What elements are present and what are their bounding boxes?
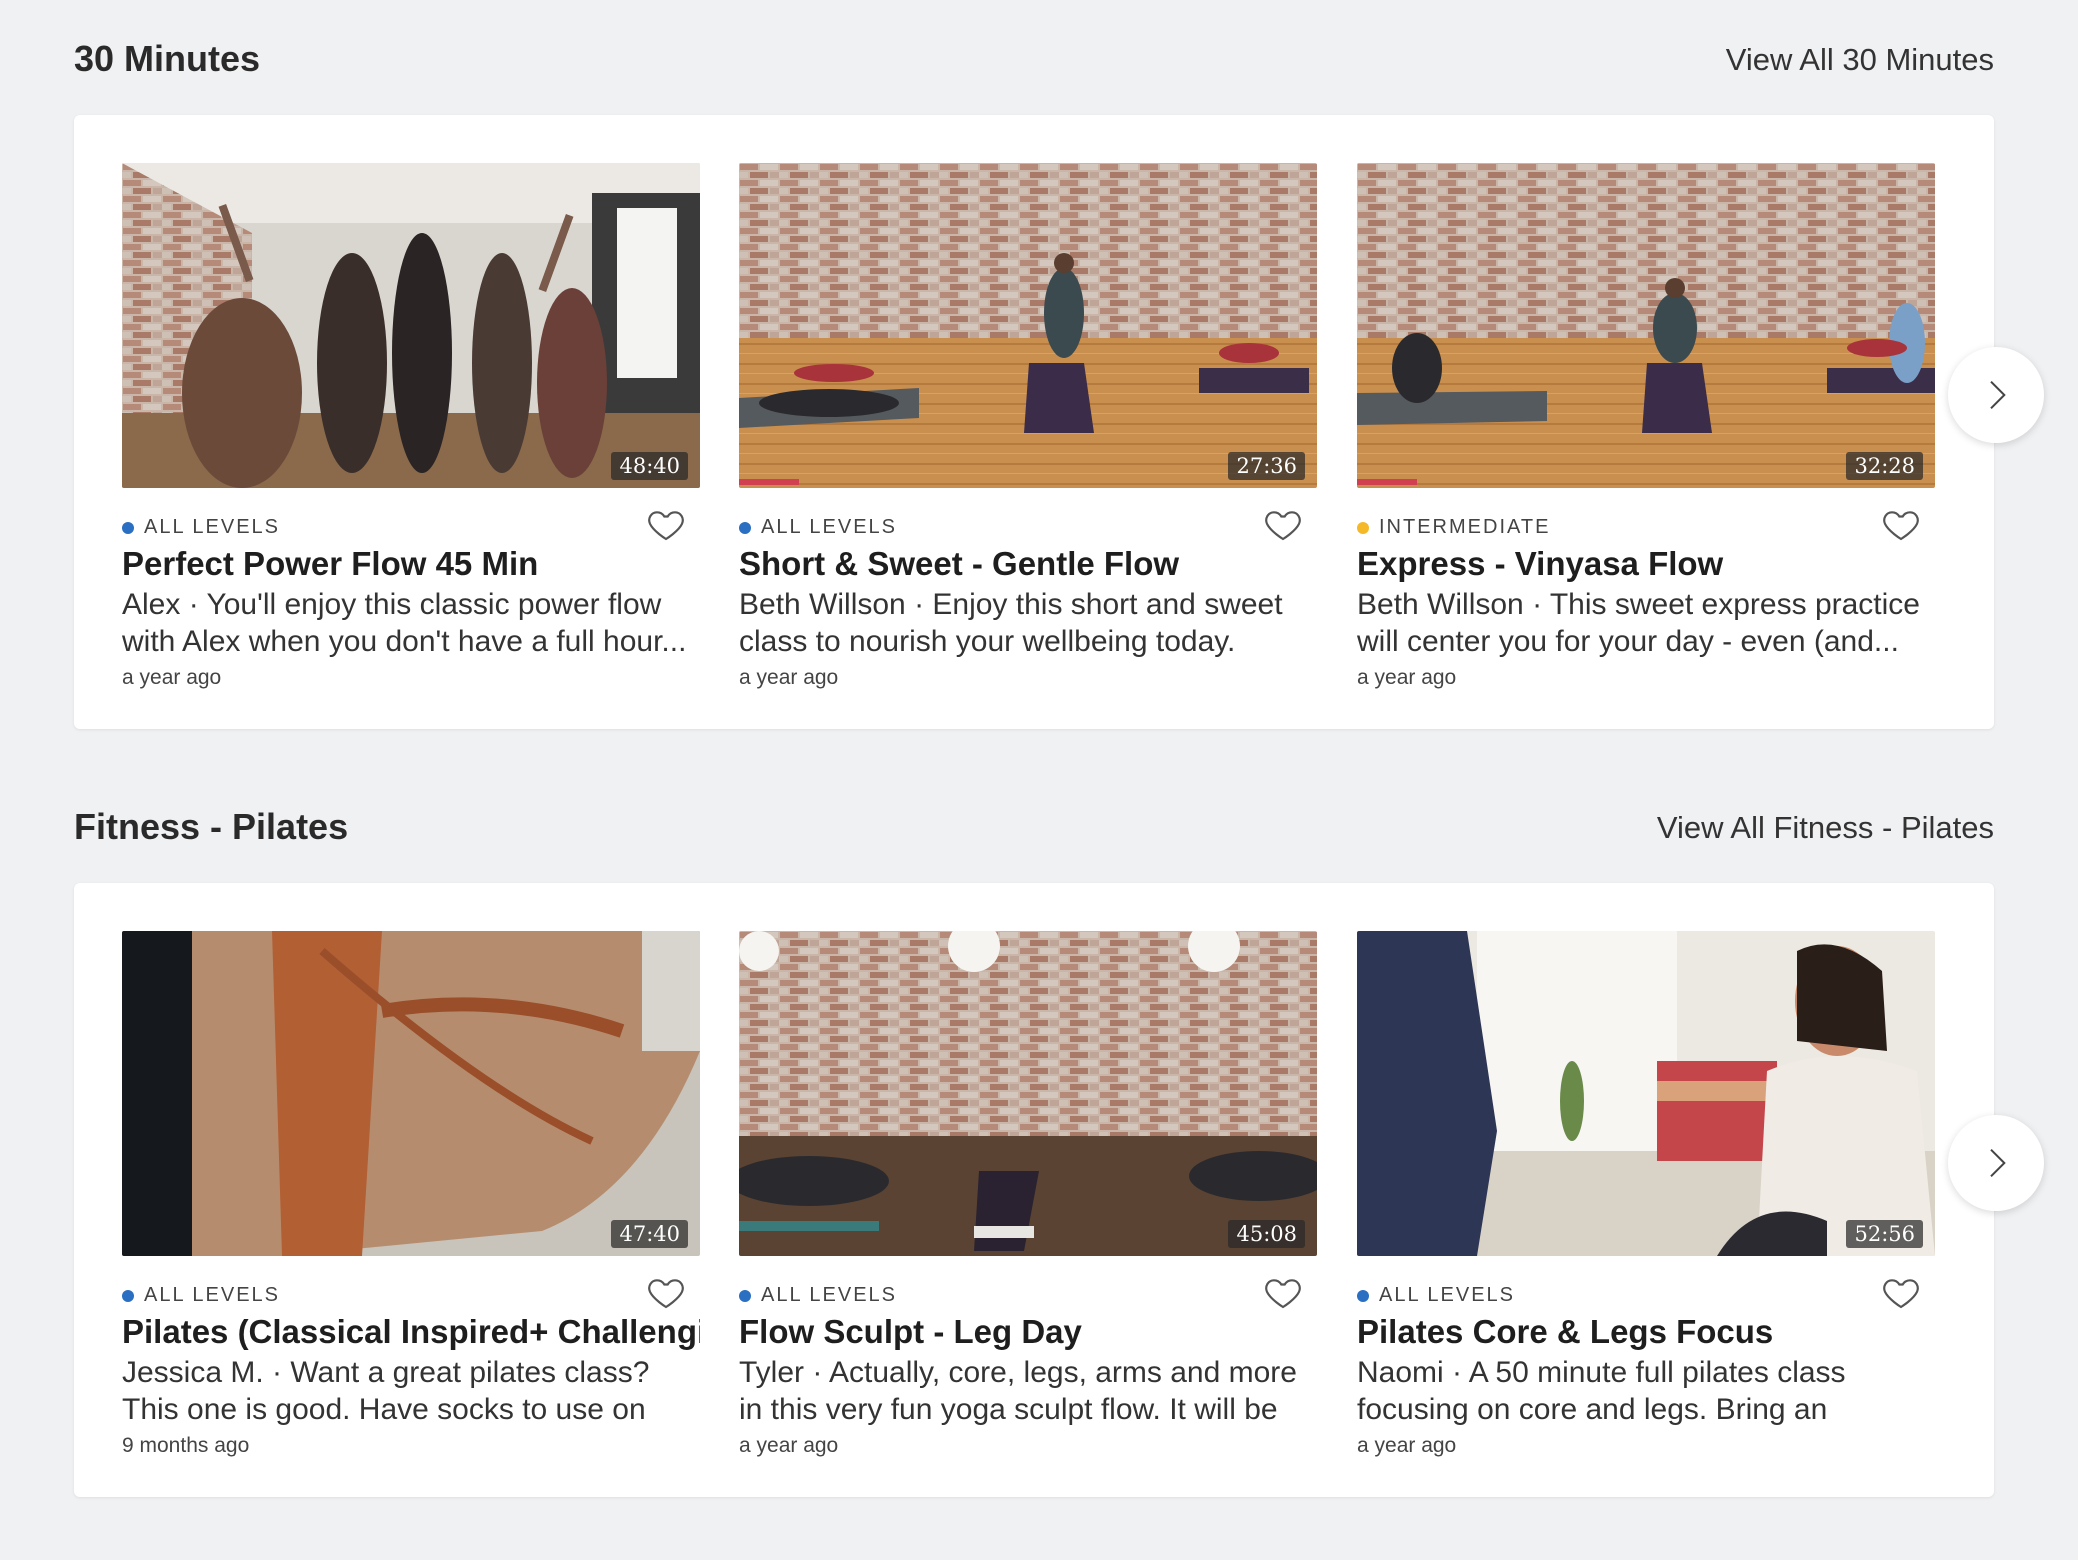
class-description: Naomi · A 50 minute full pilates class f… [1357,1356,1846,1426]
class-thumbnail[interactable]: 32:28 [1357,163,1935,488]
class-title[interactable]: Pilates (Classical Inspired+ Challenging… [122,1312,700,1352]
card-meta: ALL LEVELS [122,510,700,544]
level-text: INTERMEDIATE [1379,516,1551,538]
level-dot-icon [739,521,751,534]
level-dot-icon [122,1289,134,1302]
duration-badge: 48:40 [611,452,688,480]
level-label: ALL LEVELS [122,516,280,539]
section-30-minutes: 30 Minutes View All 30 Minutes 48:40 ALL… [74,28,2044,729]
section-title: 30 Minutes [74,38,261,79]
class-description: Alex · You'll enjoy this classic power f… [122,588,687,658]
carousel-panel: 48:40 ALL LEVELS Perfect Power Flow 45 M… [74,115,2044,729]
level-text: ALL LEVELS [144,1284,281,1306]
posted-time: a year ago [1357,1434,1457,1457]
chevron-right-icon [1990,1148,2006,1178]
carousel-panel: 47:40 ALL LEVELS Pilates (Classical Insp… [74,883,2044,1497]
class-description: Tyler · Actually, core, legs, arms and m… [739,1356,1297,1426]
level-label: ALL LEVELS [739,1284,897,1307]
duration-badge: 52:56 [1846,1220,1923,1248]
card-meta: ALL LEVELS [739,510,1317,544]
posted-time: a year ago [739,666,839,689]
heart-outline-icon[interactable] [1263,1272,1303,1312]
level-dot-icon [1357,1289,1369,1302]
section-fitness-pilates: Fitness - Pilates View All Fitness - Pil… [74,796,2044,1497]
class-card[interactable]: 52:56 ALL LEVELS Pilates Core & Legs Foc… [1357,931,1935,1458]
carousel-next-button[interactable] [1948,347,2044,443]
heart-outline-icon[interactable] [646,504,686,544]
class-card[interactable]: 45:08 ALL LEVELS Flow Sculpt - Leg Day T… [739,931,1317,1458]
class-title[interactable]: Flow Sculpt - Leg Day [739,1312,1317,1352]
section-header: 30 Minutes View All 30 Minutes [74,28,1994,88]
class-title[interactable]: Pilates Core & Legs Focus [1357,1312,1935,1352]
card-meta: ALL LEVELS [122,1278,700,1312]
duration-badge: 47:40 [611,1220,688,1248]
class-description: Jessica M. · Want a great pilates class?… [122,1356,650,1426]
level-text: ALL LEVELS [761,516,898,538]
heart-outline-icon[interactable] [646,1272,686,1312]
level-text: ALL LEVELS [761,1284,898,1306]
level-dot-icon [122,521,134,534]
level-dot-icon [1357,521,1369,534]
duration-badge: 45:08 [1228,1220,1305,1248]
chevron-right-icon [1990,380,2006,410]
class-title[interactable]: Express - Vinyasa Flow [1357,544,1935,584]
heart-outline-icon[interactable] [1881,1272,1921,1312]
class-thumbnail[interactable]: 45:08 [739,931,1317,1256]
class-title[interactable]: Short & Sweet - Gentle Flow [739,544,1317,584]
heart-outline-icon[interactable] [1881,504,1921,544]
posted-time: 9 months ago [122,1434,250,1457]
view-all-link[interactable]: View All 30 Minutes [1726,42,1994,78]
level-dot-icon [739,1289,751,1302]
level-text: ALL LEVELS [1379,1284,1516,1306]
level-text: ALL LEVELS [144,516,281,538]
level-label: ALL LEVELS [739,516,897,539]
class-card[interactable]: 32:28 INTERMEDIATE Express - Vinyasa Flo… [1357,163,1935,690]
view-all-link[interactable]: View All Fitness - Pilates [1657,810,1994,846]
level-label: ALL LEVELS [122,1284,280,1307]
card-meta: ALL LEVELS [739,1278,1317,1312]
class-thumbnail[interactable]: 48:40 [122,163,700,488]
level-label: INTERMEDIATE [1357,516,1550,539]
posted-time: a year ago [122,666,222,689]
class-thumbnail[interactable]: 27:36 [739,163,1317,488]
card-meta: INTERMEDIATE [1357,510,1935,544]
class-card[interactable]: 27:36 ALL LEVELS Short & Sweet - Gentle … [739,163,1317,690]
posted-time: a year ago [739,1434,839,1457]
heart-outline-icon[interactable] [1263,504,1303,544]
class-thumbnail[interactable]: 52:56 [1357,931,1935,1256]
class-card[interactable]: 47:40 ALL LEVELS Pilates (Classical Insp… [122,931,700,1458]
duration-badge: 27:36 [1228,452,1305,480]
duration-badge: 32:28 [1846,452,1923,480]
class-description: Beth Willson · Enjoy this short and swee… [739,588,1283,658]
carousel-next-button[interactable] [1948,1115,2044,1211]
class-title[interactable]: Perfect Power Flow 45 Min [122,544,700,584]
class-card[interactable]: 48:40 ALL LEVELS Perfect Power Flow 45 M… [122,163,700,690]
card-meta: ALL LEVELS [1357,1278,1935,1312]
section-header: Fitness - Pilates View All Fitness - Pil… [74,796,1994,856]
section-title: Fitness - Pilates [74,806,349,847]
level-label: ALL LEVELS [1357,1284,1515,1307]
posted-time: a year ago [1357,666,1457,689]
class-thumbnail[interactable]: 47:40 [122,931,700,1256]
class-description: Beth Willson · This sweet express practi… [1357,588,1920,658]
